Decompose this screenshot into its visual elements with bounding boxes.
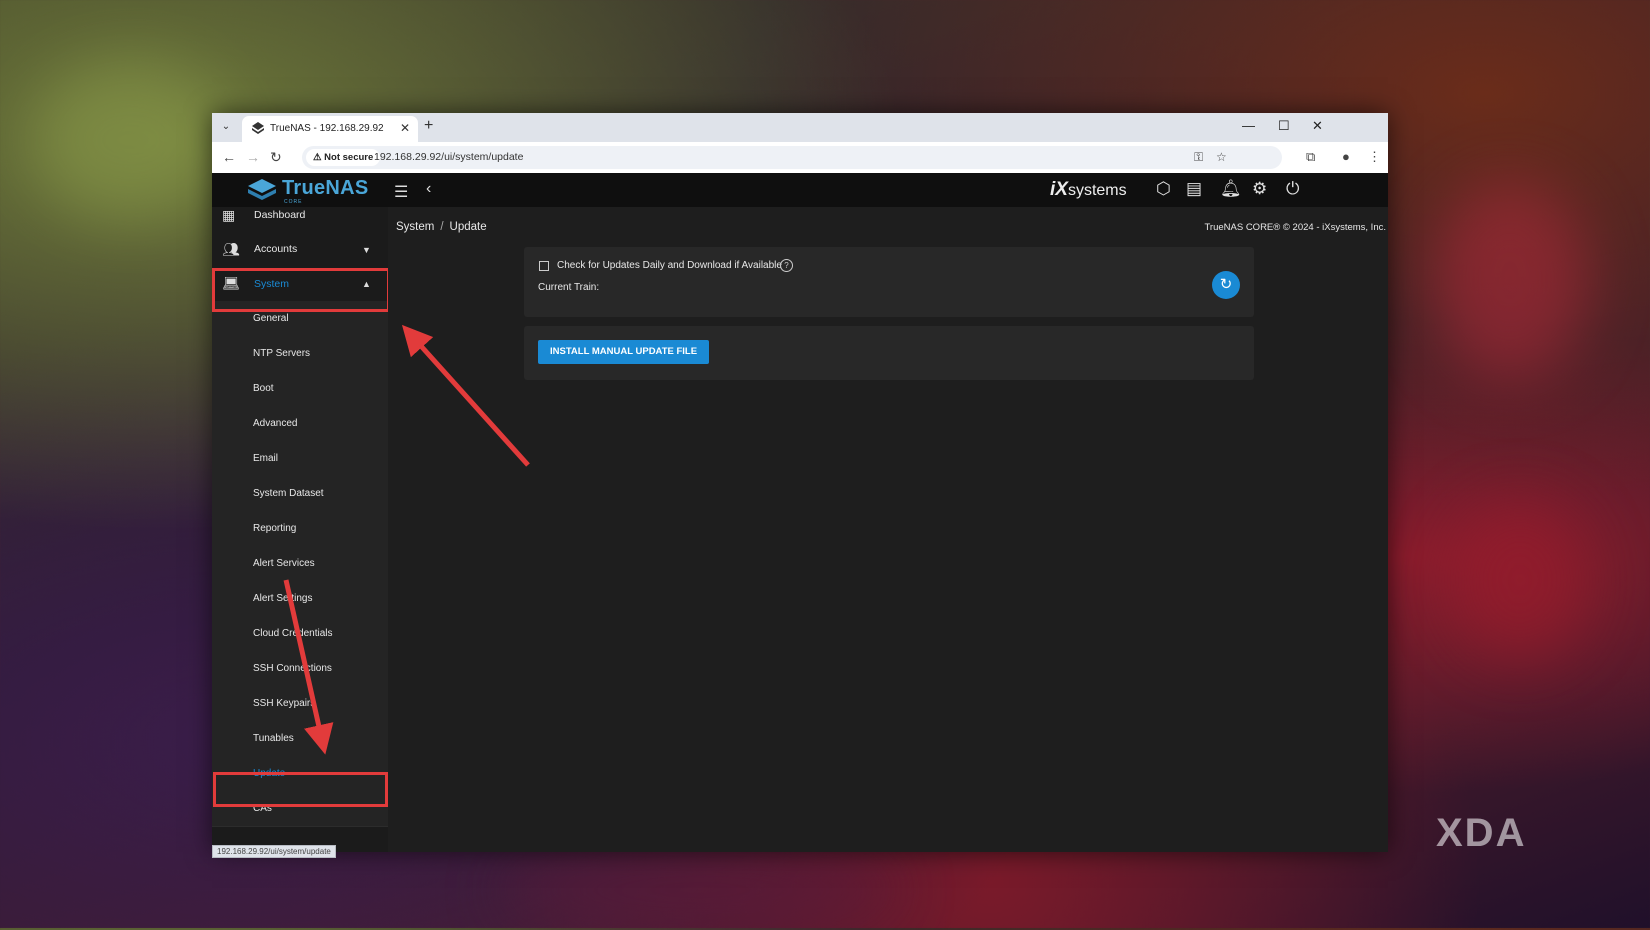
sidebar-subitem-label: Advanced	[253, 418, 298, 429]
sidebar-subitem-email[interactable]: Email	[212, 441, 388, 477]
background-blob	[30, 60, 230, 220]
settings-gear-icon[interactable]: ⚙	[1252, 179, 1267, 199]
omnibox[interactable]: ⚠ Not secure 192.168.29.92/ui/system/upd…	[302, 146, 1282, 169]
sidebar-subitem-system-dataset[interactable]: System Dataset	[212, 476, 388, 512]
sidebar-subitem-alert-services[interactable]: Alert Services	[212, 546, 388, 582]
extensions-icon[interactable]: ⧉	[1306, 149, 1315, 165]
status-bar-url: 192.168.29.92/ui/system/update	[212, 845, 336, 858]
minimize-icon[interactable]: —	[1242, 118, 1255, 133]
highlight-box-system	[212, 268, 390, 312]
auto-update-checkbox[interactable]	[539, 261, 549, 271]
sidebar-subitem-label: Email	[253, 453, 279, 464]
new-tab-icon[interactable]: +	[424, 117, 433, 135]
browser-menu-icon[interactable]: ⋮	[1368, 149, 1381, 165]
security-indicator[interactable]: ⚠ Not secure	[306, 149, 381, 166]
sidebar-subitem-label: System Dataset	[253, 488, 324, 499]
dashboard-icon: ▦	[222, 207, 236, 223]
sidebar-subitem-label: Cloud Credentials	[253, 628, 333, 639]
truecommand-icon[interactable]: ⬡	[1156, 179, 1171, 199]
sidebar-subitem-label: Tunables	[253, 733, 294, 744]
sidebar-subitem-label: Reporting	[253, 523, 297, 534]
browser-tab[interactable]: TrueNAS - 192.168.29.92 ✕	[242, 116, 418, 142]
sidebar-subitem-label: Boot	[253, 383, 274, 394]
ixsystems-logo[interactable]: iXsystems	[1050, 179, 1127, 201]
tab-bar: ⌄ TrueNAS - 192.168.29.92 ✕ + — ☐ ✕	[212, 113, 1388, 142]
brand-text: systems	[1067, 182, 1127, 199]
hamburger-menu-icon[interactable]: ☰	[394, 182, 408, 202]
logo-text: TrueNAS	[282, 177, 369, 199]
install-manual-update-button[interactable]: INSTALL MANUAL UPDATE FILE	[538, 340, 710, 364]
background-blob	[1450, 500, 1590, 660]
copyright-text: TrueNAS CORE® © 2024 - iXsystems, Inc.	[1204, 222, 1386, 233]
refresh-button[interactable]: ↻	[1212, 271, 1240, 299]
sidebar-subitem-ssh-connections[interactable]: SSH Connections	[212, 651, 388, 687]
refresh-icon: ↻	[1219, 276, 1233, 293]
tab-title: TrueNAS - 192.168.29.92	[270, 123, 384, 134]
sidebar-subitem-advanced[interactable]: Advanced	[212, 406, 388, 442]
tab-search-chevron-icon[interactable]: ⌄	[218, 119, 234, 135]
sidebar-subitem-cloud-credentials[interactable]: Cloud Credentials	[212, 616, 388, 652]
xda-watermark: XDA	[1436, 811, 1527, 855]
background-blob	[500, 850, 900, 930]
ix-mark: iX	[1050, 179, 1068, 200]
sidebar-item-label: Dashboard	[254, 209, 306, 221]
background-blob	[1430, 180, 1590, 380]
task-manager-icon[interactable]: ▤	[1186, 179, 1202, 199]
power-icon[interactable]: ⏻	[1286, 179, 1299, 199]
help-icon[interactable]: ?	[780, 259, 793, 272]
sidebar-subitem-label: SSH Keypairs	[253, 698, 316, 709]
address-bar: ← → ↻ ⚠ Not secure 192.168.29.92/ui/syst…	[212, 142, 1388, 174]
sidebar-subitem-ssh-keypairs[interactable]: SSH Keypairs	[212, 686, 388, 722]
sidebar-subitem-label: General	[253, 313, 289, 324]
breadcrumb-system[interactable]: System	[396, 221, 434, 233]
notifications-bell-icon[interactable]: 🔔︎	[1220, 179, 1242, 199]
sidebar-subitem-boot[interactable]: Boot	[212, 371, 388, 407]
sidebar-item-dashboard[interactable]: ▦ Dashboard	[212, 207, 388, 241]
truenas-favicon-icon	[252, 122, 264, 134]
security-label: Not secure	[324, 152, 374, 163]
highlight-box-update	[213, 772, 388, 807]
reload-icon[interactable]: ↻	[270, 149, 282, 166]
collapse-sidebar-icon[interactable]: ‹	[426, 180, 431, 198]
update-settings-card: Check for Updates Daily and Download if …	[524, 247, 1254, 317]
sidebar-subitem-ntp-servers[interactable]: NTP Servers	[212, 336, 388, 372]
profile-avatar-icon[interactable]: ●	[1342, 149, 1350, 164]
main-content: System / Update TrueNAS CORE® © 2024 - iXs…	[388, 207, 1388, 852]
browser-window: ⌄ TrueNAS - 192.168.29.92 ✕ + — ☐ ✕ ← → …	[212, 113, 1388, 858]
accounts-icon: 👥︎	[222, 241, 240, 257]
truenas-topbar: TrueNAS CORE ☰ ‹ iXsystems ⬡ ▤ 🔔︎ ⚙ ⏻	[212, 173, 1388, 207]
sidebar-subitem-label: SSH Connections	[253, 663, 332, 674]
sidebar-subitem-label: NTP Servers	[253, 348, 311, 359]
sidebar-subitem-tunables[interactable]: Tunables	[212, 721, 388, 757]
maximize-icon[interactable]: ☐	[1278, 118, 1290, 134]
bookmark-star-icon[interactable]: ☆	[1216, 150, 1227, 164]
breadcrumb-separator: /	[440, 221, 444, 233]
forward-icon[interactable]: →	[246, 149, 260, 165]
manual-update-card: INSTALL MANUAL UPDATE FILE	[524, 326, 1254, 380]
sidebar-subitem-reporting[interactable]: Reporting	[212, 511, 388, 547]
key-icon[interactable]: ⚿	[1194, 150, 1203, 165]
sidebar-item-label: Accounts	[254, 243, 298, 255]
current-train-label: Current Train:	[538, 282, 600, 293]
close-window-icon[interactable]: ✕	[1312, 118, 1323, 134]
sidebar-subitem-alert-settings[interactable]: Alert Settings	[212, 581, 388, 617]
back-icon[interactable]: ←	[222, 149, 236, 165]
truenas-logo-icon	[248, 179, 276, 200]
sidebar-subitem-label: Alert Services	[253, 558, 315, 569]
breadcrumb-update: Update	[449, 221, 487, 233]
auto-update-label[interactable]: Check for Updates Daily and Download if …	[557, 260, 782, 271]
logo-subtext: CORE	[284, 199, 303, 205]
sidebar-subitem-label: Alert Settings	[253, 593, 313, 604]
chevron-down-icon: ▼	[362, 245, 371, 255]
url-text[interactable]: 192.168.29.92/ui/system/update	[374, 151, 523, 163]
breadcrumb: System / Update	[396, 221, 487, 233]
close-tab-icon[interactable]: ✕	[400, 121, 410, 135]
